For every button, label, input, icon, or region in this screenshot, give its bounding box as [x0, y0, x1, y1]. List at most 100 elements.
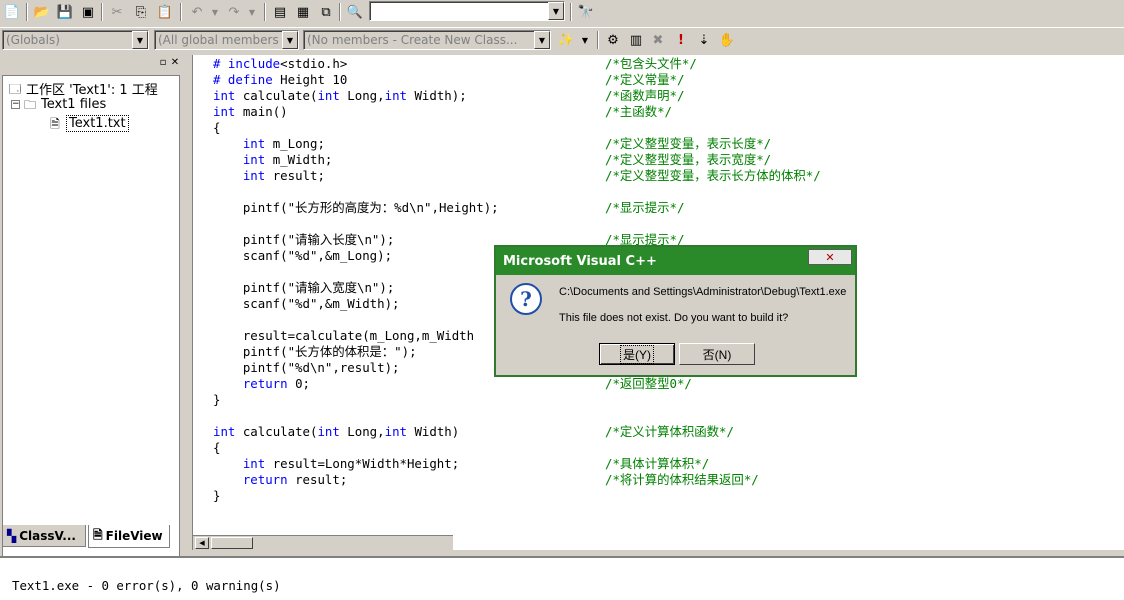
code-line: int calculate(int Long,int Width);	[213, 88, 467, 104]
redo-dropdown-icon[interactable]: ▼	[242, 2, 262, 22]
undo-dropdown-icon[interactable]: ▼	[205, 2, 225, 22]
horizontal-scrollbar[interactable]: ◀	[193, 535, 453, 550]
chevron-down-icon[interactable]: ▼	[548, 2, 564, 20]
yes-button[interactable]: 是(Y)	[599, 343, 675, 365]
code-comment: /*定义计算体积函数*/	[605, 424, 734, 439]
text-file-icon: 🗎	[50, 116, 60, 131]
code-keyword: int	[317, 88, 340, 103]
breakpoint-icon[interactable]: ✋	[717, 30, 737, 50]
code-comment: /*定义整型变量，表示长方体的体积*/	[605, 168, 821, 183]
dock-grip-icon[interactable]: ▫	[158, 57, 168, 68]
workspace-pane: ▫ ✕ 🗔 工作区 'Text1': 1 工程 − 🗀 Text1 files …	[0, 55, 183, 577]
collapse-icon[interactable]: −	[11, 100, 20, 109]
class-combo[interactable]: (No members - Create New Class... ▼	[303, 30, 551, 50]
find-icon[interactable]: 🔭	[576, 2, 596, 22]
copy-icon[interactable]: ⎘	[131, 2, 151, 22]
code-line: }	[213, 392, 220, 408]
close-icon[interactable]: ✕	[170, 57, 180, 68]
code-text: pintf("请输入长度\n");	[213, 232, 395, 247]
toolbar-separator	[570, 3, 572, 21]
code-text: Height 10	[272, 72, 348, 87]
window-list-icon[interactable]: ⧉	[316, 2, 336, 22]
compile-icon[interactable]: ⚙	[603, 30, 623, 50]
wizard-action-icon[interactable]: ✨	[556, 30, 576, 50]
code-keyword: # include	[213, 56, 281, 71]
code-text: scanf("%d",&m_Long);	[213, 248, 393, 263]
code-keyword: int	[242, 136, 266, 151]
globals-combo[interactable]: (Globals) ▼	[2, 30, 149, 50]
tree-root-label: 工作区 'Text1': 1 工程	[26, 83, 158, 98]
wizard-toolbar: (Globals) ▼ (All global members ▼ (No me…	[0, 27, 1124, 53]
chevron-down-icon[interactable]: ▼	[534, 31, 550, 49]
build-output-text: Text1.exe - 0 error(s), 0 warning(s)	[12, 578, 281, 593]
code-line: scanf("%d",&m_Width);	[213, 296, 400, 312]
save-icon[interactable]: 💾	[55, 2, 75, 22]
find-combo[interactable]: ▼	[369, 1, 565, 21]
code-keyword: return	[242, 472, 288, 487]
output-icon[interactable]: ▦	[293, 2, 313, 22]
no-button[interactable]: 否(N)	[679, 343, 755, 365]
chevron-down-icon[interactable]: ▼	[282, 31, 298, 49]
members-combo[interactable]: (All global members ▼	[154, 30, 299, 50]
code-text: }	[213, 488, 221, 503]
code-line: # include<stdio.h>	[213, 56, 347, 72]
workspace-icon[interactable]: ▤	[270, 2, 290, 22]
wizard-action-dropdown-icon[interactable]: ▼	[575, 30, 595, 50]
scroll-left-icon[interactable]: ◀	[195, 537, 209, 549]
code-comment: /*函数声明*/	[605, 88, 685, 103]
code-text: result;	[287, 472, 348, 487]
stop-build-icon[interactable]: ✖	[648, 30, 668, 50]
dialog-title-bar[interactable]: Microsoft Visual C++ ✕	[496, 247, 855, 275]
code-text: }	[213, 392, 221, 407]
tree-project[interactable]: − 🗀 Text1 files	[11, 97, 106, 112]
tree-root[interactable]: 🗔 工作区 'Text1': 1 工程	[7, 79, 158, 99]
scroll-thumb[interactable]	[211, 537, 253, 549]
build-icon[interactable]: ▥	[626, 30, 646, 50]
tab-classview[interactable]: ▚ ClassV...	[2, 525, 86, 547]
code-line: return 0;	[213, 376, 310, 392]
classview-icon: ▚	[7, 528, 17, 543]
standard-toolbar: 📄 📂 💾 ▣ ✂ ⎘ 📋 ↶ ▼ ↷ ▼ ▤ ▦ ⧉ 🔍 ▼ 🔭	[0, 0, 1124, 25]
code-keyword: int	[242, 456, 266, 471]
code-comment: /*包含头文件*/	[605, 56, 697, 71]
code-text: result;	[265, 168, 325, 183]
undo-icon[interactable]: ↶	[187, 2, 207, 22]
chevron-down-icon[interactable]: ▼	[132, 31, 148, 49]
code-line: int result=Long*Width*Height;	[213, 456, 459, 472]
open-icon[interactable]: 📂	[32, 2, 52, 22]
code-line: return result;	[213, 472, 347, 488]
no-button-label: 否(N)	[702, 347, 732, 362]
tab-classview-label: ClassV...	[19, 528, 76, 543]
code-text: calculate(	[235, 88, 318, 103]
code-text: result=Long*Width*Height;	[265, 456, 460, 471]
execute-icon[interactable]: !	[671, 30, 691, 50]
tree-project-label: Text1 files	[41, 97, 107, 112]
code-keyword: int	[384, 88, 407, 103]
output-pane: Text1.exe - 0 error(s), 0 warning(s)	[0, 556, 1124, 600]
code-line: pintf("请输入宽度\n");	[213, 280, 394, 296]
toolbar-separator	[180, 3, 182, 21]
find-in-files-icon[interactable]: 🔍	[345, 2, 365, 22]
code-keyword: int	[242, 168, 266, 183]
code-keyword: int	[213, 88, 236, 103]
tree-file[interactable]: 🗎 Text1.txt	[47, 115, 129, 132]
close-icon[interactable]: ✕	[808, 249, 852, 265]
redo-icon[interactable]: ↷	[224, 2, 244, 22]
dialog-message: This file does not exist. Do you want to…	[559, 312, 789, 324]
go-icon[interactable]: ⇣	[694, 30, 714, 50]
new-text-file-icon[interactable]: 📄	[2, 2, 22, 22]
code-text: {	[213, 440, 221, 455]
code-keyword: int	[384, 424, 407, 439]
cut-icon[interactable]: ✂	[107, 2, 127, 22]
code-line: # define Height 10	[213, 72, 347, 88]
code-text: Width);	[407, 88, 467, 103]
paste-icon[interactable]: 📋	[155, 2, 175, 22]
folder-icon: 🗀	[23, 97, 36, 112]
class-combo-value: (No members - Create New Class...	[307, 33, 518, 47]
tab-fileview[interactable]: 🗎 FileView	[88, 525, 170, 548]
dialog-body: ? C:\Documents and Settings\Administrato…	[496, 275, 855, 375]
save-all-icon[interactable]: ▣	[78, 2, 98, 22]
